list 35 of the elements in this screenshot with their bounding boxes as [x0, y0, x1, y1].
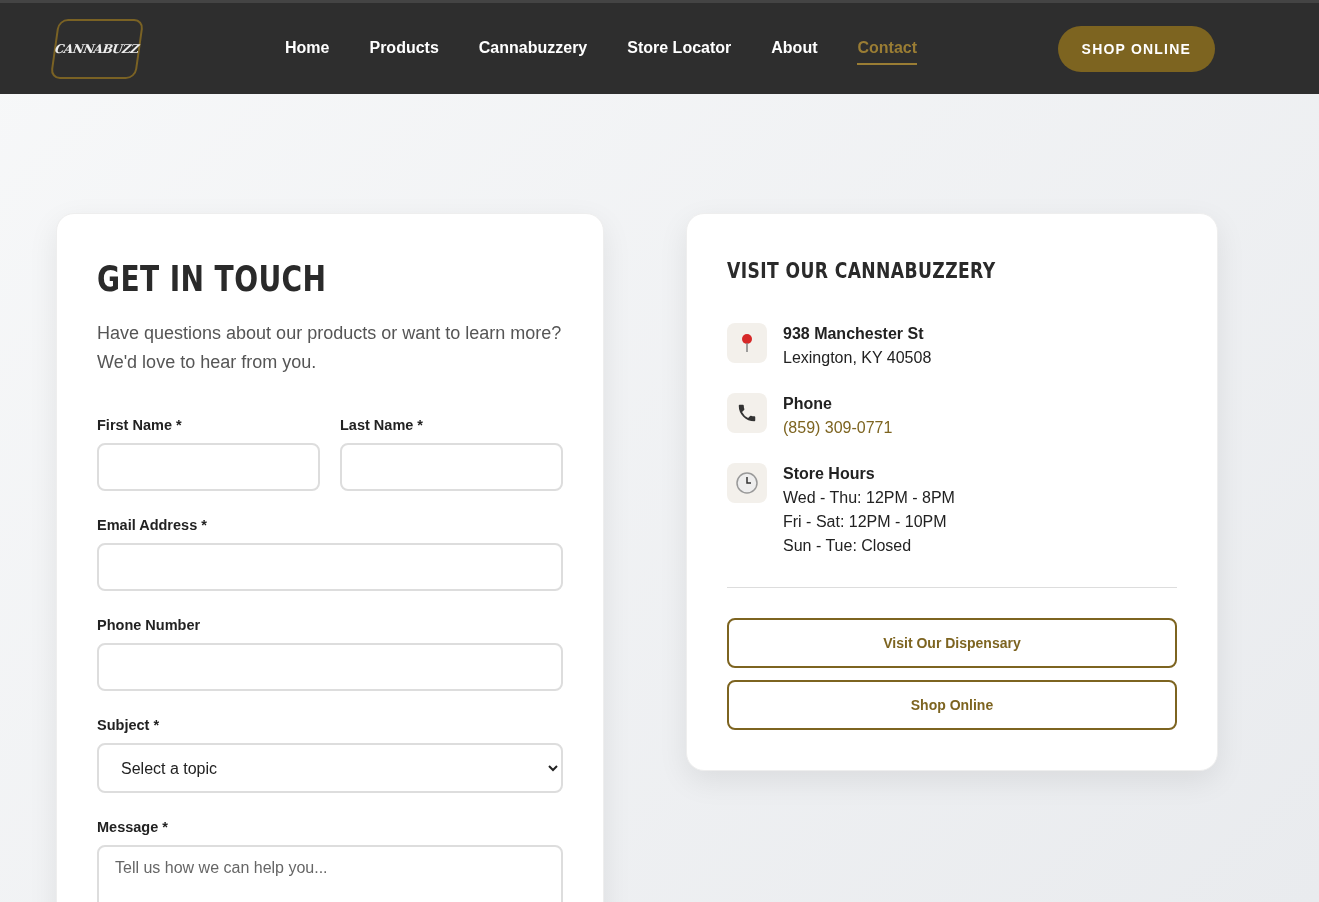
text-field[interactable] — [340, 443, 563, 491]
text-field[interactable] — [97, 643, 563, 691]
info-heading: Phone — [783, 395, 833, 413]
field-label: Email Address * — [97, 517, 208, 533]
message-field[interactable]: Tell us how we can help you... — [97, 845, 563, 902]
info-text: Lexington, KY 40508 — [783, 349, 932, 367]
field-label: Message * — [97, 819, 169, 835]
visit-title: VISIT OUR CANNABUZZERY — [727, 258, 997, 283]
info-text: Fri - Sat: 12PM - 10PM — [783, 513, 948, 531]
field-label: Last Name * — [340, 417, 424, 433]
info-text: 938 Manchester St — [783, 325, 925, 343]
field-label: Phone Number — [97, 617, 202, 633]
outline-button[interactable]: Visit Our Dispensary — [727, 618, 1177, 668]
phone-link[interactable]: (859) 309-0771 — [783, 419, 893, 437]
field-label: Subject * — [97, 717, 161, 733]
phone-icon — [736, 402, 758, 424]
nav-link[interactable]: Home — [285, 32, 330, 65]
logo[interactable]: CANNABUZZ — [49, 18, 145, 79]
info-text: Sun - Tue: Closed — [783, 537, 913, 555]
nav-link[interactable]: About — [771, 32, 818, 65]
pin-icon — [740, 333, 754, 353]
info-heading: Store Hours — [783, 465, 876, 483]
form-title: GET IN TOUCH — [97, 258, 328, 299]
intro-text: Have questions about our products or want to learn more? We'd love to hear from you. — [97, 322, 563, 374]
subject-dropdown[interactable]: Select a topic — [97, 743, 563, 793]
info-text: Wed - Thu: 12PM - 8PM — [783, 489, 955, 507]
shop-online-button[interactable]: SHOP ONLINE — [1057, 25, 1215, 72]
nav-link[interactable]: Products — [369, 32, 439, 65]
clock-icon — [736, 472, 758, 494]
nav-link[interactable]: Cannabuzzery — [478, 32, 588, 65]
outline-button[interactable]: Shop Online — [727, 680, 1177, 730]
text-field[interactable] — [97, 443, 320, 491]
text-field[interactable] — [97, 543, 563, 591]
field-label: First Name * — [97, 417, 183, 433]
nav-link[interactable]: Store Locator — [627, 32, 732, 65]
